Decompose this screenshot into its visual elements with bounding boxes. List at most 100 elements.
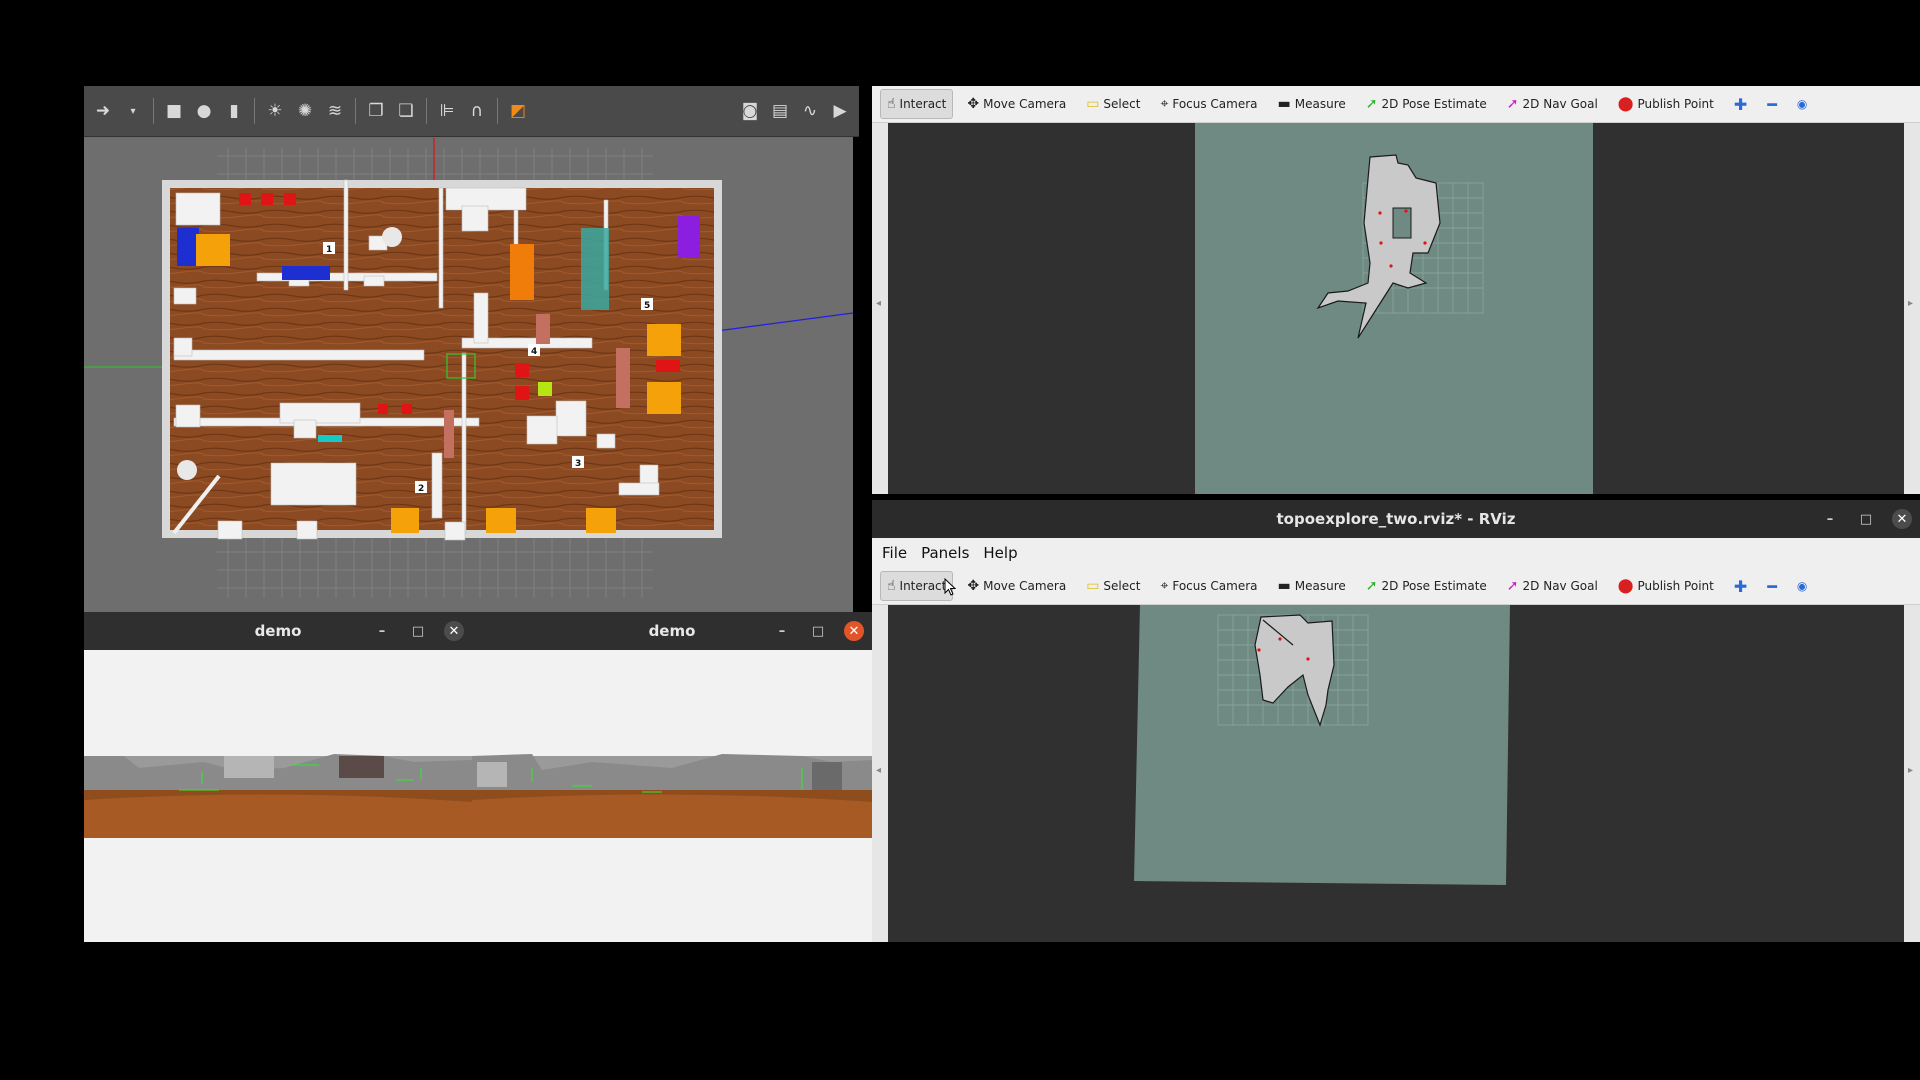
nav-goal-button[interactable]: ➚ 2D Nav Goal — [1501, 572, 1604, 600]
panorama-image — [84, 650, 472, 942]
gazebo-toolbar: ➜ ▾ ■ ● ▮ ☀ ✺ ≋ ❐ ❏ ⊫ ∩ ◩ ◙ ▤ ∿ ▶ — [84, 86, 859, 137]
measure-button[interactable]: ▬ Measure — [1272, 572, 1352, 600]
rviz-window-bottom: topoexplore_two.rviz* - RViz – □ ✕ File … — [872, 500, 1920, 942]
room-label-5: 5 — [644, 301, 650, 311]
move-camera-button[interactable]: ✥ Move Camera — [961, 572, 1072, 600]
move-icon: ✥ — [967, 96, 980, 112]
pose-estimate-button[interactable]: ➚ 2D Pose Estimate — [1360, 572, 1493, 600]
menu-file[interactable]: File — [882, 544, 907, 562]
right-panel-handle[interactable]: ▸ — [1904, 605, 1920, 942]
rviz-3d-view[interactable] — [888, 123, 1904, 494]
chevron-down-icon[interactable]: ▾ — [120, 98, 146, 124]
demo-window-right: demo – □ ✕ — [472, 612, 872, 942]
screenshot-icon[interactable]: ◙ — [737, 98, 763, 124]
map-view — [888, 123, 1904, 494]
gazebo-3d-viewport[interactable]: 1 5 4 3 2 — [84, 138, 853, 612]
arrow-icon[interactable]: ➜ — [90, 98, 116, 124]
publish-point-button[interactable]: ⬤ Publish Point — [1612, 572, 1720, 600]
room-label-2: 2 — [418, 484, 424, 494]
ruler-icon: ▬ — [1277, 96, 1291, 112]
rviz-toolbar: ☝ Interact ✥ Move Camera ▭ Select ⌖ Focus Ca… — [872, 568, 1920, 605]
select-button[interactable]: ▭ Select — [1080, 90, 1146, 118]
publish-point-button[interactable]: ⬤ Publish Point — [1612, 90, 1720, 118]
point-light-icon[interactable]: ☀ — [262, 98, 288, 124]
crosshair-icon: ⌖ — [1160, 96, 1169, 112]
directional-light-icon[interactable]: ≋ — [322, 98, 348, 124]
room-label-4: 4 — [531, 347, 537, 357]
mouse-cursor-icon — [944, 578, 956, 596]
rviz-3d-view[interactable] — [888, 605, 1904, 942]
right-panel-handle[interactable]: ▸ — [1904, 123, 1920, 494]
menu-panels[interactable]: Panels — [921, 544, 969, 562]
move-icon: ✥ — [967, 578, 980, 594]
demo-title: demo — [254, 622, 302, 640]
maximize-icon[interactable]: □ — [1856, 509, 1876, 529]
pose-estimate-button[interactable]: ➚ 2D Pose Estimate — [1360, 90, 1493, 118]
camera-view — [472, 650, 872, 942]
room-label-1: 1 — [326, 245, 332, 255]
gazebo-world-scene: 1 5 4 3 2 — [84, 138, 853, 598]
plus-icon[interactable]: ✚ — [1728, 90, 1753, 118]
location-pin-icon: ⬤ — [1617, 96, 1634, 112]
minimize-icon[interactable]: – — [372, 621, 392, 641]
close-icon[interactable]: ✕ — [844, 621, 864, 641]
focus-camera-button[interactable]: ⌖ Focus Camera — [1154, 90, 1263, 118]
room-label-3: 3 — [575, 459, 581, 469]
focus-camera-button[interactable]: ⌖ Focus Camera — [1154, 572, 1263, 600]
measure-button[interactable]: ▬ Measure — [1272, 90, 1352, 118]
close-icon[interactable]: ✕ — [444, 621, 464, 641]
round-table — [382, 227, 402, 247]
spot-light-icon[interactable]: ✺ — [292, 98, 318, 124]
left-panel-handle[interactable]: ◂ — [872, 605, 888, 942]
location-pin-icon: ⬤ — [1617, 578, 1634, 594]
menu-bar: File Panels Help — [872, 538, 1920, 568]
left-panel-handle[interactable]: ◂ — [872, 123, 888, 494]
demo-titlebar: demo – □ ✕ — [84, 612, 472, 650]
plot-icon[interactable]: ∿ — [797, 98, 823, 124]
minus-icon[interactable]: ━ — [1761, 572, 1783, 600]
minus-icon[interactable]: ━ — [1761, 90, 1783, 118]
copy-icon[interactable]: ❐ — [363, 98, 389, 124]
rviz-toolbar: ☝ Interact ✥ Move Camera ▭ Select ⌖ Focus Ca… — [872, 86, 1920, 123]
select-icon: ▭ — [1086, 578, 1100, 594]
map-view — [888, 605, 1904, 942]
nav-goal-button[interactable]: ➚ 2D Nav Goal — [1501, 90, 1604, 118]
minimize-icon[interactable]: – — [772, 621, 792, 641]
move-camera-button[interactable]: ✥ Move Camera — [961, 90, 1072, 118]
camera-view — [84, 650, 472, 942]
select-button[interactable]: ▭ Select — [1080, 572, 1146, 600]
select-icon: ▭ — [1086, 96, 1100, 112]
hand-icon: ☝ — [887, 96, 896, 112]
pink-arrow-icon: ➚ — [1506, 96, 1519, 112]
demo-window-left: demo – □ ✕ — [84, 612, 472, 942]
interact-button[interactable]: ☝ Interact — [880, 571, 954, 601]
plus-icon[interactable]: ✚ — [1728, 572, 1753, 600]
eye-icon[interactable]: ◉ — [1791, 90, 1813, 118]
interact-button[interactable]: ☝ Interact — [880, 89, 954, 119]
green-arrow-icon: ➚ — [1365, 578, 1378, 594]
cylinder-icon[interactable]: ▮ — [221, 98, 247, 124]
panorama-image — [472, 650, 872, 942]
window-title: topoexplore_two.rviz* - RViz — [1276, 510, 1516, 528]
gazebo-window: ➜ ▾ ■ ● ▮ ☀ ✺ ≋ ❐ ❏ ⊫ ∩ ◩ ◙ ▤ ∿ ▶ 1 5 4 … — [84, 86, 859, 612]
align-icon[interactable]: ⊫ — [434, 98, 460, 124]
box-icon[interactable]: ■ — [161, 98, 187, 124]
paste-icon[interactable]: ❏ — [393, 98, 419, 124]
close-icon[interactable]: ✕ — [1892, 509, 1912, 529]
pink-arrow-icon: ➚ — [1506, 578, 1519, 594]
sphere-icon[interactable]: ● — [191, 98, 217, 124]
round-table-2 — [177, 460, 197, 480]
maximize-icon[interactable]: □ — [808, 621, 828, 641]
video-icon[interactable]: ▶ — [827, 98, 853, 124]
maximize-icon[interactable]: □ — [408, 621, 428, 641]
snap-icon[interactable]: ◩ — [505, 98, 531, 124]
menu-help[interactable]: Help — [983, 544, 1017, 562]
crosshair-icon: ⌖ — [1160, 578, 1169, 594]
demo-titlebar: demo – □ ✕ — [472, 612, 872, 650]
rviz-titlebar: topoexplore_two.rviz* - RViz – □ ✕ — [872, 500, 1920, 538]
magnet-icon[interactable]: ∩ — [464, 98, 490, 124]
log-icon[interactable]: ▤ — [767, 98, 793, 124]
eye-icon[interactable]: ◉ — [1791, 572, 1813, 600]
hand-icon: ☝ — [887, 578, 896, 594]
minimize-icon[interactable]: – — [1820, 509, 1840, 529]
